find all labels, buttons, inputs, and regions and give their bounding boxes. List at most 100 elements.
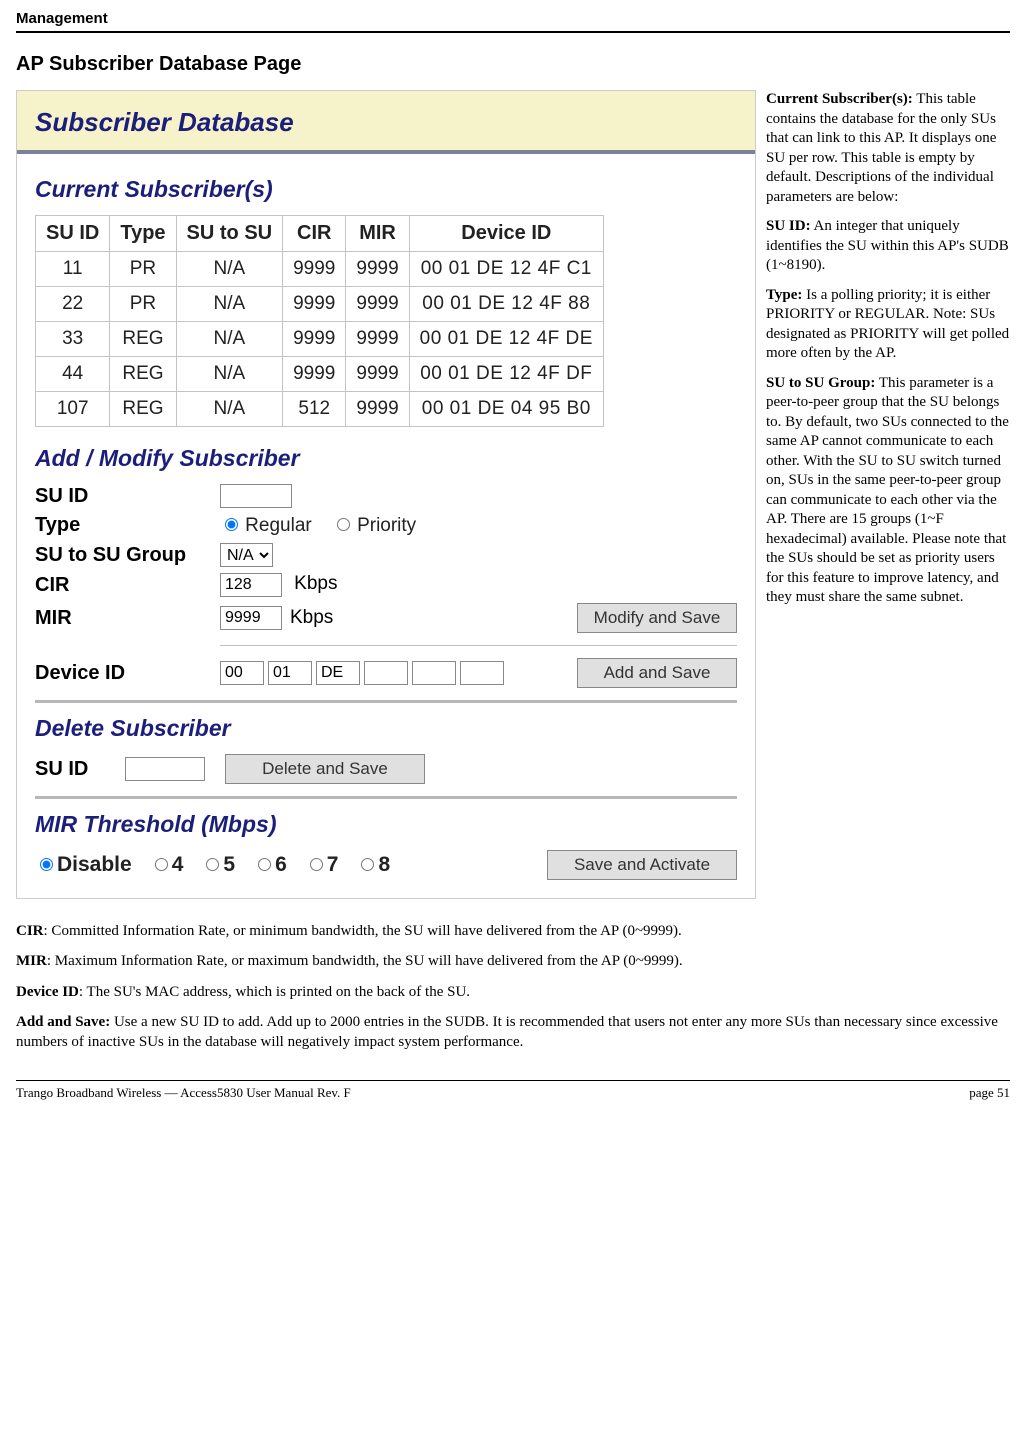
- table-cell: 9999: [283, 287, 346, 322]
- desc-su-to-su: This parameter is a peer-to-peer group t…: [766, 375, 1009, 606]
- type-regular-radio[interactable]: [225, 518, 238, 531]
- table-cell: N/A: [176, 252, 283, 287]
- col-device-id: Device ID: [409, 216, 603, 252]
- mir-opt-7[interactable]: [310, 858, 323, 871]
- table-cell: 9999: [283, 357, 346, 392]
- table-cell: 107: [36, 392, 110, 427]
- page-heading: AP Subscriber Database Page: [16, 53, 1010, 76]
- table-cell: N/A: [176, 392, 283, 427]
- mir-opt-disable-label: Disable: [57, 853, 132, 876]
- mir-opt-8[interactable]: [361, 858, 374, 871]
- type-priority-radio[interactable]: [337, 518, 350, 531]
- type-regular-label: Regular: [245, 515, 312, 536]
- table-cell: REG: [110, 357, 176, 392]
- col-mir: MIR: [346, 216, 409, 252]
- subscriber-table: SU ID Type SU to SU CIR MIR Device ID 11…: [35, 215, 604, 427]
- table-cell: 9999: [283, 252, 346, 287]
- term-device-id: Device ID: [16, 984, 79, 1000]
- table-cell: 512: [283, 392, 346, 427]
- table-cell: 9999: [346, 357, 409, 392]
- mir-opt-4-label: 4: [172, 853, 184, 876]
- term-cir: CIR: [16, 923, 44, 939]
- label-cir: CIR: [35, 574, 220, 597]
- mir-opt-disable[interactable]: [40, 858, 53, 871]
- add-save-button[interactable]: Add and Save: [577, 658, 737, 688]
- label-su-to-su: SU to SU Group: [35, 544, 220, 567]
- mir-opt-6-label: 6: [275, 853, 287, 876]
- term-mir: MIR: [16, 953, 47, 969]
- mir-opt-6[interactable]: [258, 858, 271, 871]
- col-su-id: SU ID: [36, 216, 110, 252]
- table-cell: REG: [110, 322, 176, 357]
- current-subscribers-title: Current Subscriber(s): [35, 176, 737, 203]
- table-row: 33REGN/A9999999900 01 DE 12 4F DE: [36, 322, 604, 357]
- del-label-su-id: SU ID: [35, 758, 125, 781]
- table-cell: N/A: [176, 357, 283, 392]
- col-su-to-su: SU to SU: [176, 216, 283, 252]
- dev-id-input-5[interactable]: [460, 661, 504, 685]
- table-cell: N/A: [176, 287, 283, 322]
- dev-id-input-2[interactable]: [316, 661, 360, 685]
- table-cell: 00 01 DE 12 4F 88: [409, 287, 603, 322]
- table-cell: 11: [36, 252, 110, 287]
- table-row: 22PRN/A9999999900 01 DE 12 4F 88: [36, 287, 604, 322]
- table-cell: 9999: [346, 322, 409, 357]
- mir-opt-5[interactable]: [206, 858, 219, 871]
- mir-opt-7-label: 7: [327, 853, 339, 876]
- table-cell: 00 01 DE 04 95 B0: [409, 392, 603, 427]
- term-current-subscribers: Current Subscriber(s):: [766, 91, 913, 107]
- save-activate-button[interactable]: Save and Activate: [547, 850, 737, 880]
- table-cell: 33: [36, 322, 110, 357]
- dev-id-input-4[interactable]: [412, 661, 456, 685]
- table-cell: N/A: [176, 322, 283, 357]
- mir-unit: Kbps: [290, 607, 333, 629]
- modify-save-button[interactable]: Modify and Save: [577, 603, 737, 633]
- mir-opt-4[interactable]: [155, 858, 168, 871]
- table-cell: 00 01 DE 12 4F DE: [409, 322, 603, 357]
- table-row: 44REGN/A9999999900 01 DE 12 4F DF: [36, 357, 604, 392]
- mir-input[interactable]: [220, 606, 282, 630]
- footer-right: page 51: [969, 1085, 1010, 1101]
- footer-left: Trango Broadband Wireless — Access5830 U…: [16, 1085, 351, 1101]
- table-cell: 22: [36, 287, 110, 322]
- label-type: Type: [35, 514, 220, 537]
- table-cell: 00 01 DE 12 4F C1: [409, 252, 603, 287]
- add-su-id-input[interactable]: [220, 484, 292, 508]
- desc-current-subscribers: This table contains the database for the…: [766, 91, 996, 205]
- table-cell: PR: [110, 287, 176, 322]
- table-cell: 9999: [346, 252, 409, 287]
- mir-opt-5-label: 5: [223, 853, 235, 876]
- term-su-id: SU ID:: [766, 218, 811, 234]
- label-device-id: Device ID: [35, 662, 220, 685]
- table-cell: PR: [110, 252, 176, 287]
- table-row: 107REGN/A512999900 01 DE 04 95 B0: [36, 392, 604, 427]
- dev-id-input-1[interactable]: [268, 661, 312, 685]
- dev-id-input-0[interactable]: [220, 661, 264, 685]
- table-cell: 9999: [346, 287, 409, 322]
- col-type: Type: [110, 216, 176, 252]
- subscriber-db-screenshot: Subscriber Database Current Subscriber(s…: [16, 90, 756, 899]
- col-cir: CIR: [283, 216, 346, 252]
- add-modify-title: Add / Modify Subscriber: [35, 445, 737, 472]
- table-cell: 9999: [346, 392, 409, 427]
- cir-input[interactable]: [220, 573, 282, 597]
- running-header: Management: [16, 10, 1010, 33]
- panel-title: Subscriber Database: [35, 107, 737, 138]
- desc-type: Is a polling priority; it is either PRIO…: [766, 287, 1009, 362]
- desc-cir: : Committed Information Rate, or minimum…: [44, 923, 682, 939]
- desc-add-and-save: Use a new SU ID to add. Add up to 2000 e…: [16, 1014, 998, 1050]
- su-to-su-select[interactable]: N/A: [220, 543, 273, 567]
- term-add-and-save: Add and Save:: [16, 1014, 110, 1030]
- type-priority-label: Priority: [357, 515, 416, 536]
- delete-save-button[interactable]: Delete and Save: [225, 754, 425, 784]
- below-paragraphs: CIR: Committed Information Rate, or mini…: [16, 921, 1010, 1052]
- term-type: Type:: [766, 287, 802, 303]
- term-su-to-su: SU to SU Group:: [766, 375, 875, 391]
- table-cell: 00 01 DE 12 4F DF: [409, 357, 603, 392]
- table-cell: 9999: [283, 322, 346, 357]
- cir-unit: Kbps: [294, 573, 337, 594]
- desc-mir: : Maximum Information Rate, or maximum b…: [47, 953, 683, 969]
- table-cell: 44: [36, 357, 110, 392]
- dev-id-input-3[interactable]: [364, 661, 408, 685]
- del-su-id-input[interactable]: [125, 757, 205, 781]
